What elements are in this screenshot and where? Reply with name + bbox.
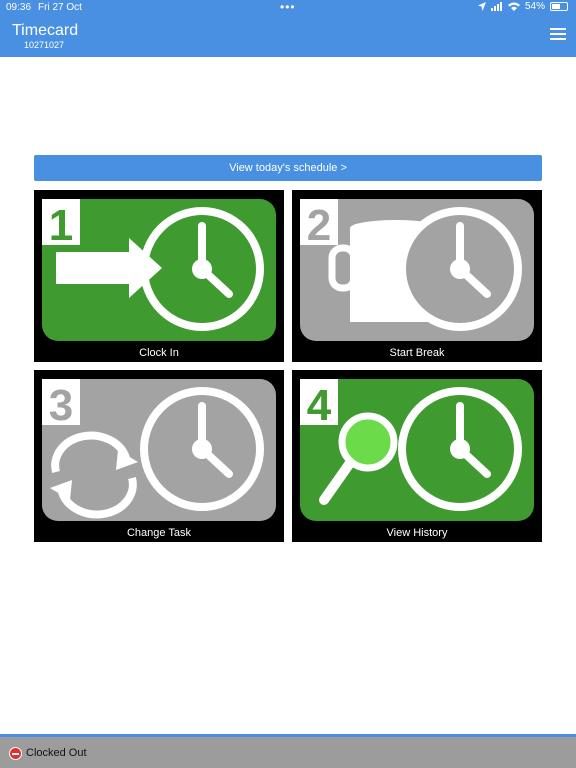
coffee-cup-clock-icon: 2 (300, 199, 534, 341)
tile-change-task[interactable]: 3 Change Task (34, 370, 284, 542)
status-date: Fri 27 Oct (38, 2, 82, 13)
tile-label: View History (386, 527, 448, 539)
multitasking-dots[interactable]: ••• (280, 0, 296, 14)
tile-label: Clock In (139, 347, 179, 359)
battery-percent: 54% (524, 1, 545, 12)
magnifier-clock-icon: 4 (300, 379, 534, 521)
page-subtitle: 10271027 (24, 40, 65, 50)
tile-number: 2 (307, 201, 331, 250)
view-schedule-button[interactable]: View today's schedule > (34, 155, 542, 181)
tile-label: Start Break (389, 347, 445, 359)
tile-number: 3 (49, 381, 73, 430)
hamburger-menu-icon[interactable] (550, 28, 566, 42)
location-icon (477, 2, 486, 11)
clock-in-icon: 1 (42, 199, 276, 341)
tile-number: 1 (49, 201, 73, 250)
wifi-icon (507, 2, 520, 11)
status-footer: Clocked Out (0, 734, 576, 768)
battery-icon (550, 2, 568, 11)
battery-level (552, 4, 560, 9)
status-bar: 09:36 Fri 27 Oct ••• 54% (0, 0, 576, 14)
tile-view-history[interactable]: 4 View History (292, 370, 542, 542)
signal-icon (490, 2, 502, 11)
stop-icon (9, 747, 22, 760)
tile-clock-in[interactable]: 1 Clock In (34, 190, 284, 362)
status-right: 54% (477, 1, 568, 12)
tile-number: 4 (307, 381, 332, 430)
status-time: 09:36 (6, 2, 32, 13)
clock-status-text: Clocked Out (26, 747, 87, 759)
refresh-clock-icon: 3 (42, 379, 276, 521)
page-title: Timecard (12, 22, 79, 39)
tile-start-break[interactable]: 2 Start Break (292, 190, 542, 362)
app-header: 09:36 Fri 27 Oct ••• 54% Timecard 102710… (0, 0, 576, 57)
tile-label: Change Task (126, 527, 191, 539)
